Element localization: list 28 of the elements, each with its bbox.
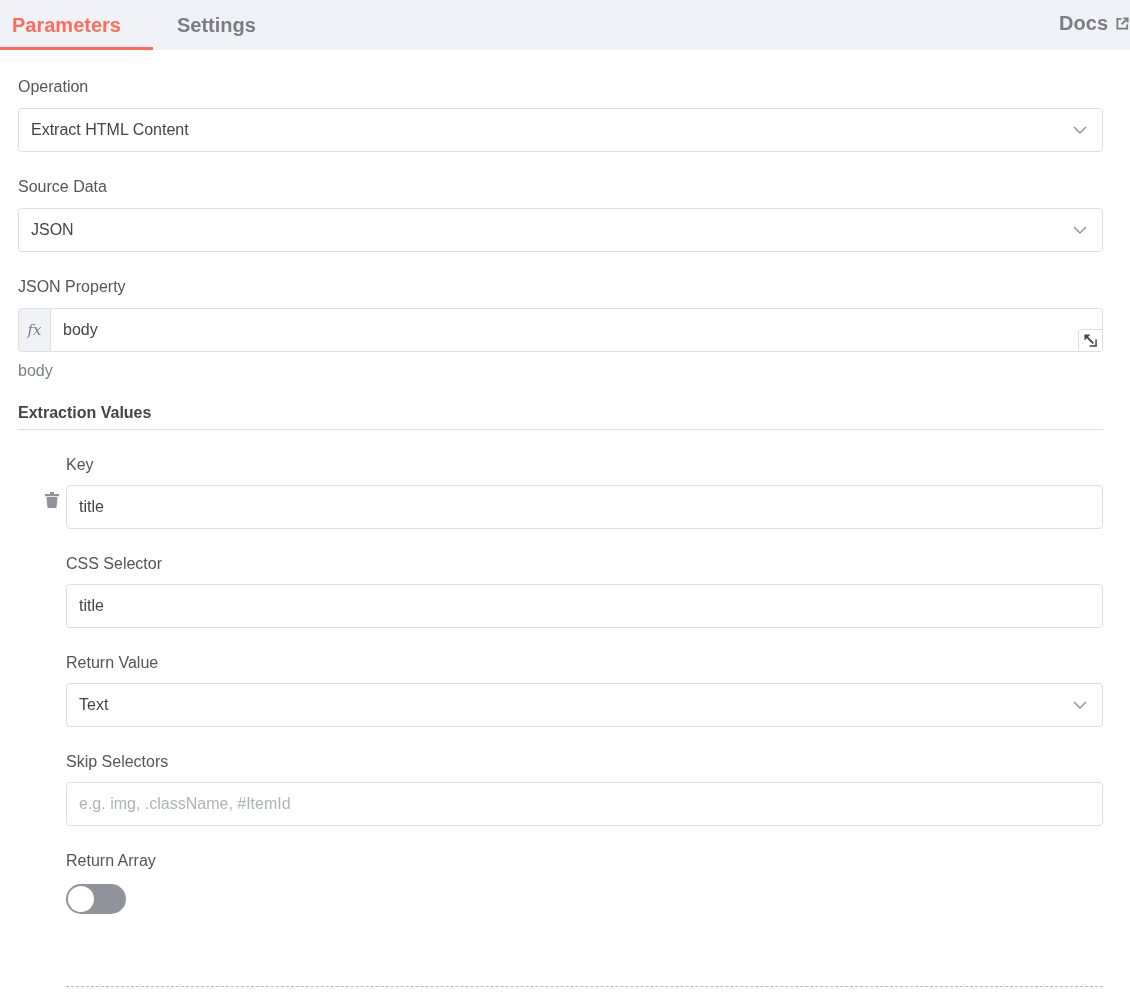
expand-icon	[1084, 334, 1097, 347]
field-label: JSON Property	[18, 277, 126, 297]
select-field[interactable]: Text	[66, 683, 1103, 727]
chevron-down-icon	[1073, 226, 1087, 234]
field-label: Return Value	[66, 653, 159, 673]
toggle-switch[interactable]	[66, 884, 126, 914]
input-field[interactable]: title	[66, 485, 1103, 529]
field-label: Operation	[18, 77, 89, 97]
field-label: Return Array	[66, 851, 156, 871]
hint-text: body	[18, 361, 53, 381]
expand-button[interactable]	[1078, 329, 1102, 351]
select-field[interactable]: Extract HTML Content	[18, 108, 1103, 152]
trash-icon[interactable]	[45, 492, 59, 508]
external-link-icon	[1116, 17, 1129, 30]
input-field[interactable]: body	[51, 308, 1103, 352]
docs-link[interactable]: Docs	[1059, 0, 1130, 50]
select-field[interactable]: JSON	[18, 208, 1103, 252]
chevron-down-icon	[1073, 126, 1087, 134]
section-title: Extraction Values	[18, 404, 152, 421]
input-field[interactable]: e.g. img, .className, #ItemId	[66, 782, 1103, 826]
input-field[interactable]: title	[66, 584, 1103, 628]
field-label: CSS Selector	[66, 554, 163, 574]
chevron-down-icon	[1073, 701, 1087, 709]
tab[interactable]: Settings	[164, 0, 288, 50]
expression-prefix: fx	[18, 308, 51, 352]
field-label: Key	[66, 455, 94, 475]
field-label: Source Data	[18, 177, 107, 197]
field-label: Skip Selectors	[66, 752, 169, 772]
